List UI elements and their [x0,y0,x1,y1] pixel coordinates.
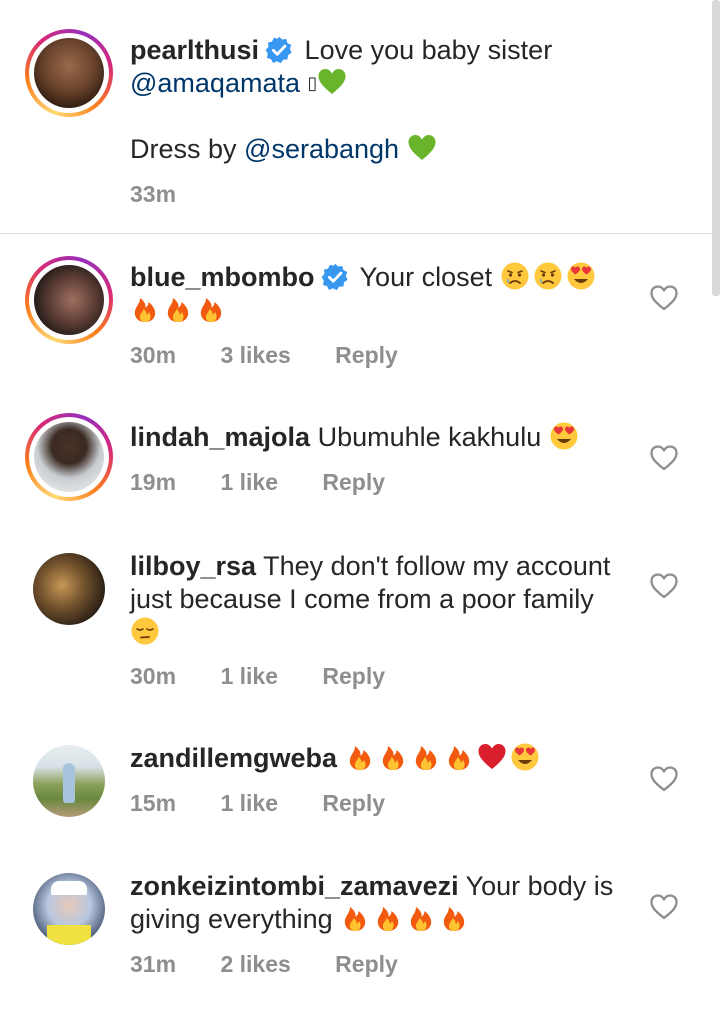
comment-likes[interactable]: 2 likes [220,951,290,977]
verified-badge-icon [321,263,349,291]
caption-meta: 33m [130,181,214,208]
avatar-zonkeizintombi-zamavezi[interactable] [33,873,105,945]
comment-body: Ubumuhle kakhulu [317,422,542,452]
green-heart-emoji [317,67,347,97]
comment-likes[interactable]: 1 like [220,790,278,816]
like-heart-icon[interactable] [650,285,678,311]
comment-3-text: lilboy_rsa They don't follow my account … [130,550,630,649]
comment-5-text: zonkeizintombi_zamavezi Your body is giv… [130,870,630,936]
caption-username[interactable]: pearlthusi [130,35,259,65]
caption-mention[interactable]: @amaqamata [130,68,300,98]
green-heart-emoji [407,133,437,163]
reply-button[interactable]: Reply [335,342,398,368]
avatar-blue-mbombo[interactable] [25,256,113,344]
reply-button[interactable]: Reply [322,790,385,816]
fire-emoji [373,903,403,933]
crying-face-emoji [533,261,563,291]
comment-time: 30m [130,663,177,689]
fire-emoji [378,742,408,772]
fire-emoji [196,294,226,324]
comment-body: They don't follow my account [263,551,611,581]
comment-1-text: blue_mbombo Your closet [130,261,630,327]
comment-likes[interactable]: 1 like [220,663,278,689]
avatar-zandillemgweba[interactable] [33,745,105,817]
comment-username[interactable]: zonkeizintombi_zamavezi [130,871,459,901]
fire-emoji [163,294,193,324]
fire-emoji [340,903,370,933]
like-heart-icon[interactable] [650,445,678,471]
reply-button[interactable]: Reply [322,469,385,495]
reply-button[interactable]: Reply [335,951,398,977]
caption-line2-prefix: Dress by [130,134,245,164]
comment-2-text: lindah_majola Ubumuhle kakhulu [130,421,630,454]
fire-emoji [345,742,375,772]
comment-body: Your closet [359,262,493,292]
comment-4-meta: 15m 1 like Reply [130,790,423,817]
comment-likes[interactable]: 3 likes [220,342,290,368]
caption-line2-mention[interactable]: @serabangh [244,134,399,164]
fire-emoji [130,294,160,324]
verified-badge-icon [265,36,293,64]
heart-eyes-emoji [549,421,579,451]
caption-body: Love you baby sister [304,35,553,65]
comment-time: 19m [130,469,177,495]
comment-likes[interactable]: 1 like [220,469,278,495]
like-heart-icon[interactable] [650,573,678,599]
placeholder-glyph: ▯ [307,73,318,93]
post-caption: pearlthusi Love you baby sister @amaqama… [0,0,720,234]
avatar-pearlthusi[interactable] [25,29,113,117]
fire-emoji [444,742,474,772]
comment-username[interactable]: lindah_majola [130,422,310,452]
comment-4-text: zandillemgweba [130,742,630,775]
crying-face-emoji [500,261,530,291]
pensive-face-emoji [130,616,160,646]
comment-time: 15m [130,790,177,816]
comment-username[interactable]: zandillemgweba [130,743,337,773]
comment-username[interactable]: lilboy_rsa [130,551,256,581]
like-heart-icon[interactable] [650,766,678,792]
fire-emoji [411,742,441,772]
comment-5-meta: 31m 2 likes Reply [130,951,436,978]
heart-eyes-emoji [510,742,540,772]
red-heart-emoji [477,742,507,772]
comment-body-line2: giving everything [130,904,333,934]
comment-body-line2: just because I come from a poor family [130,584,594,614]
comment-username[interactable]: blue_mbombo [130,262,315,292]
caption-text: pearlthusi Love you baby sister @amaqama… [130,34,690,100]
comment-time: 31m [130,951,177,977]
comment-3-meta: 30m 1 like Reply [130,663,423,690]
avatar-lindah-majola[interactable] [25,413,113,501]
comment-body: Your body is [465,871,614,901]
reply-button[interactable]: Reply [322,663,385,689]
heart-eyes-emoji [566,261,596,291]
like-heart-icon[interactable] [650,894,678,920]
comment-time: 30m [130,342,177,368]
avatar-lilboy-rsa[interactable] [33,553,105,625]
fire-emoji [406,903,436,933]
comment-2-meta: 19m 1 like Reply [130,469,423,496]
comment-1-meta: 30m 3 likes Reply [130,342,436,369]
caption-time: 33m [130,181,177,207]
fire-emoji [439,903,469,933]
caption-line2: Dress by @serabangh [130,133,440,166]
